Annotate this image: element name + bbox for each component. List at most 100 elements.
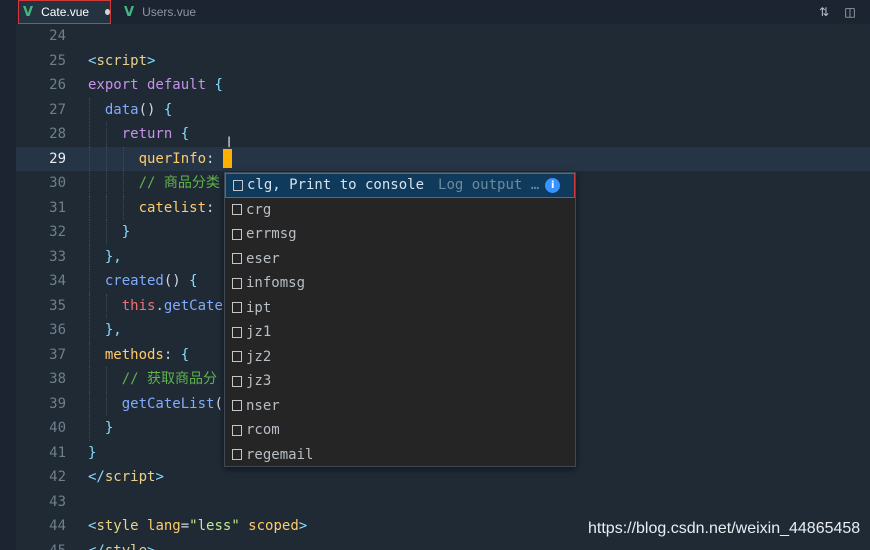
indent-guide [89,220,90,245]
code-text: } [88,416,113,441]
suggestion-item[interactable]: ipt [225,296,575,321]
suggestion-label: infomsg [246,275,306,292]
code-token: </ [88,469,105,485]
indent-guide [105,146,107,171]
code-line[interactable]: 27 data() { [16,97,870,123]
tab-users-vue[interactable]: V Users.vue [118,0,218,24]
code-text: querInfo: [88,147,232,172]
code-token: querInfo [138,150,207,167]
line-number: 39 [49,395,66,412]
indent-guide [89,293,90,318]
code-token: { [163,101,173,118]
code-text: </style> [88,539,155,550]
suggestion-label: jz1 [246,324,272,341]
code-token: </ [88,543,105,550]
suggestion-item[interactable]: errmsg [225,222,575,247]
code-text: this.getCate [88,294,223,319]
code-line[interactable]: 25 <script> [16,49,870,74]
suggestion-item[interactable]: jz2 [225,345,575,370]
code-token: data [104,101,139,118]
code-token: methods [104,346,164,363]
code-line[interactable]: 26 export default { [16,73,870,98]
compare-changes-icon[interactable]: ⇅ [816,4,832,20]
code-line[interactable]: 28 return { [16,122,870,147]
line-number: 44 [49,518,66,534]
code-text: <script> [88,49,155,74]
code-text: data() { [88,98,172,123]
code-token: : [206,199,223,216]
code-token: }, [104,248,122,265]
code-token: export default [88,77,215,93]
line-number: 28 [49,126,66,142]
code-token: = [180,518,190,534]
split-editor-icon[interactable]: ◫ [842,4,858,20]
indent-guide [122,171,124,196]
snippet-icon [232,277,242,289]
code-token: scoped [239,518,299,534]
indent-guide [89,195,90,220]
suggestion-item[interactable]: regemail [225,443,575,468]
vue-file-icon: V [23,4,34,20]
suggestion-item[interactable]: crg [225,198,575,223]
code-token: this [121,297,156,314]
indent-guide [89,367,90,392]
code-token: style [96,518,148,534]
code-line[interactable]: 43 [16,490,870,515]
indent-guide [105,293,107,318]
code-token: } [121,224,131,240]
unsaved-dot-icon[interactable] [105,9,110,15]
code-line[interactable]: 42 </script> [16,465,870,490]
suggestion-item[interactable]: clg, Print to console Log output … i [225,173,575,198]
indent-guide [89,416,90,441]
code-token: > [298,518,308,534]
snippet-icon [232,302,242,314]
line-number: 40 [49,420,66,436]
tab-cate-vue[interactable]: V Cate.vue [18,0,111,24]
code-token: > [155,469,164,485]
line-number: 45 [16,539,66,550]
suggestion-item[interactable]: nser [225,394,575,419]
indent-guide [89,122,90,147]
snippet-icon [232,400,242,412]
indent-guide [89,318,90,343]
code-line[interactable]: 45 </style> [16,539,870,550]
code-line[interactable]: 24 [16,24,870,49]
code-text: } [88,220,130,245]
code-text: catelist: [88,196,223,221]
indent-guide [89,97,90,122]
code-text: getCateList( [88,392,223,417]
suggestion-label: eser [246,250,280,267]
suggestion-item[interactable]: jz3 [225,369,575,394]
suggestion-label: clg, Print to console [247,177,425,194]
code-text: export default { [88,73,223,98]
code-token: "less" [189,518,240,534]
snippet-icon [232,424,242,436]
vue-file-icon: V [124,4,135,20]
line-number: 41 [49,444,66,461]
code-token: } [88,444,97,461]
line-number: 25 [49,52,66,69]
suggestion-item[interactable]: jz1 [225,320,575,345]
code-token: created [104,273,164,289]
code-text: created() { [88,269,198,294]
snippet-icon [232,326,242,338]
suggestion-item[interactable]: infomsg [225,271,575,296]
tab-label: Cate.vue [41,5,90,19]
suggestion-item[interactable]: eser [225,247,575,272]
code-text: <style lang="less" scoped> [88,514,307,539]
suggestion-item[interactable]: rcom [225,418,575,443]
line-number: 34 [49,273,66,289]
code-token: () [163,273,190,289]
snippet-icon [232,204,242,216]
snippet-icon [233,179,243,191]
autocomplete-popup[interactable]: clg, Print to console Log output … i crg err… [224,172,576,467]
code-token: > [147,52,156,69]
info-icon[interactable]: i [545,177,561,193]
code-token: getCateList [121,395,215,412]
snippet-icon [232,253,242,265]
code-line[interactable]: 29 querInfo: [16,146,870,172]
tab-label: Users.vue [142,5,197,19]
suggestion-label: errmsg [246,226,297,243]
indent-guide [105,220,107,245]
